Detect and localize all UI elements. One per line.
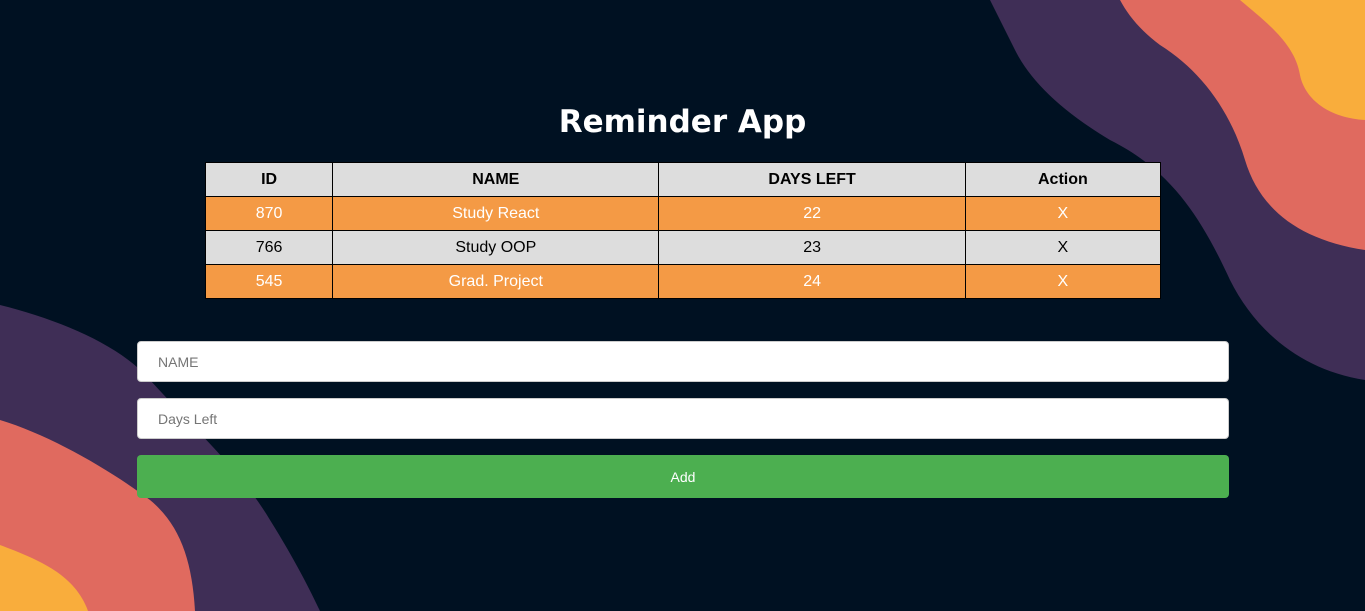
days-left-input[interactable] xyxy=(137,398,1229,439)
table-row: 870 Study React 22 X xyxy=(204,196,1162,231)
add-button[interactable]: Add xyxy=(137,455,1229,498)
cell-days-left: 22 xyxy=(658,196,966,231)
cell-id: 766 xyxy=(204,230,334,265)
cell-name: Study React xyxy=(332,196,660,231)
table-header-row: ID NAME DAYS LEFT Action xyxy=(204,162,1162,197)
cell-name: Grad. Project xyxy=(332,264,660,299)
cell-id: 545 xyxy=(204,264,334,299)
header-name: NAME xyxy=(332,162,660,197)
table-row: 545 Grad. Project 24 X xyxy=(204,264,1162,299)
reminders-table: ID NAME DAYS LEFT Action 870 Study React… xyxy=(204,162,1162,299)
delete-button[interactable]: X xyxy=(964,196,1162,231)
cell-days-left: 23 xyxy=(658,230,966,265)
page-title: Reminder App xyxy=(558,104,807,140)
header-action: Action xyxy=(964,162,1162,197)
header-days-left: DAYS LEFT xyxy=(658,162,966,197)
cell-days-left: 24 xyxy=(658,264,966,299)
app-container: Reminder App ID NAME DAYS LEFT Action 87… xyxy=(0,0,1365,611)
table-row: 766 Study OOP 23 X xyxy=(204,230,1162,265)
delete-button[interactable]: X xyxy=(964,264,1162,299)
cell-id: 870 xyxy=(204,196,334,231)
header-id: ID xyxy=(204,162,334,197)
delete-button[interactable]: X xyxy=(964,230,1162,265)
cell-name: Study OOP xyxy=(332,230,660,265)
name-input[interactable] xyxy=(137,341,1229,382)
